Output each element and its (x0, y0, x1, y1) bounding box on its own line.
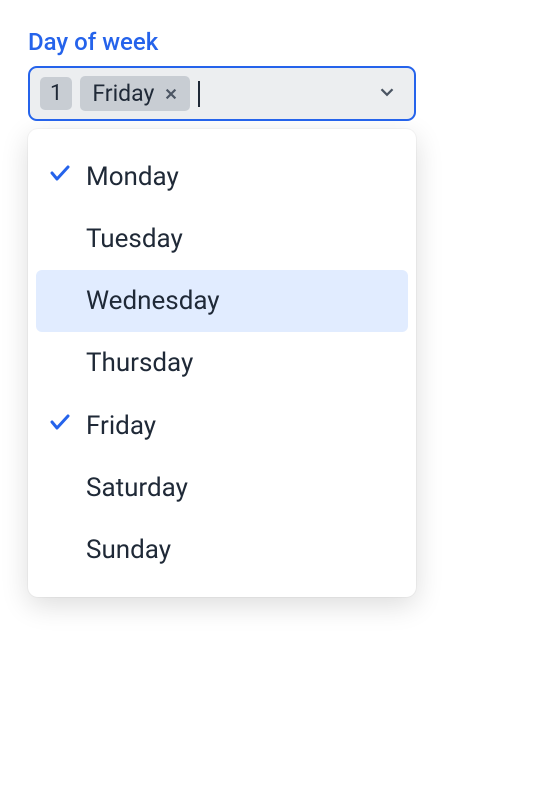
option-thursday[interactable]: Thursday (36, 332, 408, 394)
dropdown-toggle[interactable] (376, 81, 404, 107)
option-monday[interactable]: Monday (36, 145, 408, 208)
dropdown-menu: Monday Tuesday Wednesday Thursday Friday Satu… (28, 129, 416, 597)
option-label: Tuesday (86, 224, 183, 254)
option-label: Monday (86, 162, 179, 192)
check-icon (48, 161, 72, 192)
option-friday[interactable]: Friday (36, 394, 408, 457)
text-cursor (198, 81, 200, 107)
option-label: Thursday (86, 348, 193, 378)
option-saturday[interactable]: Saturday (36, 457, 408, 519)
multiselect-control[interactable]: 1 Friday (28, 66, 416, 121)
option-check-column (48, 410, 86, 441)
chevron-down-icon (376, 81, 398, 107)
selected-tag-label: Friday (92, 80, 154, 107)
selected-tag: Friday (80, 76, 190, 111)
option-label: Saturday (86, 473, 188, 503)
option-label: Wednesday (86, 286, 220, 316)
check-icon (48, 410, 72, 441)
selected-count-badge: 1 (40, 77, 72, 110)
option-label: Friday (86, 411, 156, 441)
option-sunday[interactable]: Sunday (36, 519, 408, 581)
option-check-column (48, 161, 86, 192)
option-wednesday[interactable]: Wednesday (36, 270, 408, 332)
field-label: Day of week (28, 28, 520, 56)
option-label: Sunday (86, 535, 171, 565)
remove-tag-button[interactable] (164, 80, 178, 107)
option-tuesday[interactable]: Tuesday (36, 208, 408, 270)
close-icon (164, 80, 178, 107)
